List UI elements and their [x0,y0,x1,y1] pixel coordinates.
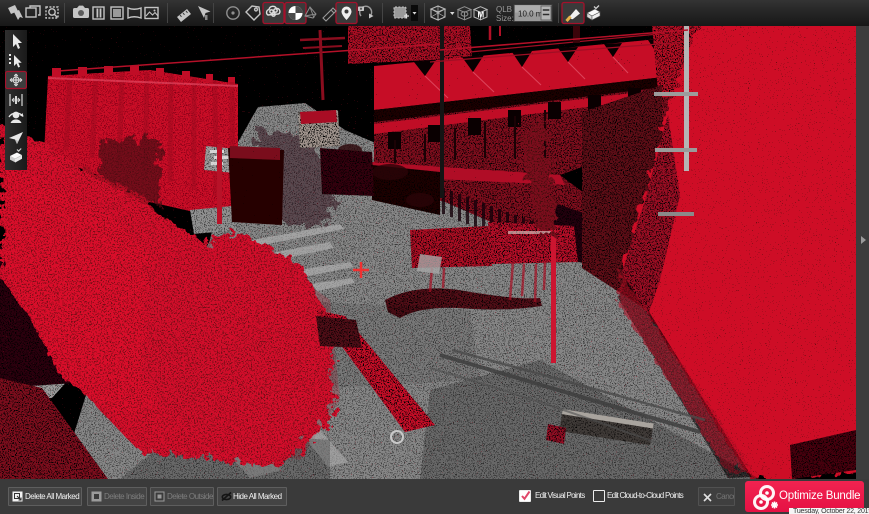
svg-text:10.0 m: 10.0 m [518,10,543,19]
svg-text:Size:: Size: [496,14,514,23]
svg-text:QLB: QLB [496,5,512,14]
svg-text:M: M [478,11,485,20]
